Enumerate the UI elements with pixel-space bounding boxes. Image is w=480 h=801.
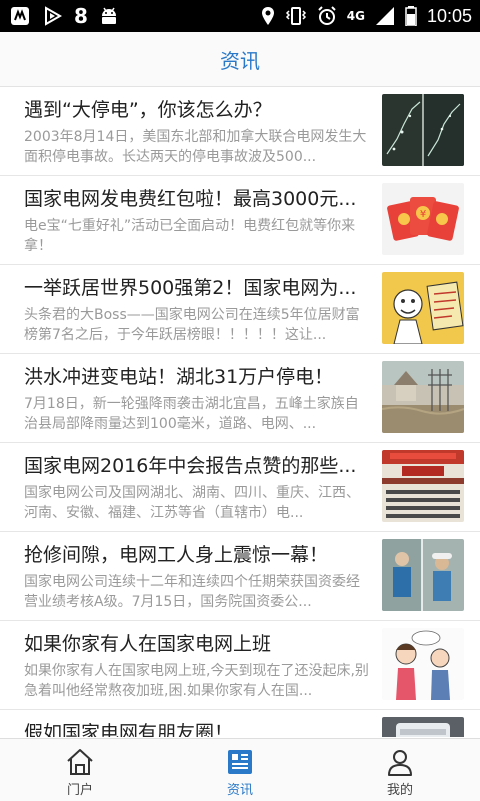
news-title: 一举跃居世界500强第2！国家电网为...: [24, 277, 357, 299]
news-title: 遇到“大停电”，你该怎么办？: [24, 99, 272, 121]
home-icon: [67, 749, 93, 775]
news-item[interactable]: 假如国家电网有朋友圈！: [0, 710, 480, 737]
news-item[interactable]: 遇到“大停电”，你该怎么办？ 2003年8月14日，美国东北部和加拿大联合电网发…: [0, 87, 480, 176]
news-summary: 头条君的大Boss——国家电网公司在连续5年位居财富榜第7名之后，于今年跃居榜眼…: [24, 307, 360, 343]
news-icon: [228, 750, 252, 774]
tab-label: 门户: [66, 783, 93, 798]
flooded-substation-image: [382, 361, 464, 433]
tab-label: 资讯: [226, 783, 253, 798]
alarm-icon: [318, 6, 336, 25]
signal-icon: [375, 7, 394, 25]
bottom-tab-bar: 门户 资讯 我的: [0, 738, 480, 801]
red-envelopes-image: ¥: [382, 183, 464, 255]
phone-screenshot-image: [382, 717, 464, 737]
conference-hall-image: [382, 450, 464, 522]
tab-mine[interactable]: 我的: [320, 739, 480, 801]
news-list[interactable]: 遇到“大停电”，你该怎么办？ 2003年8月14日，美国东北部和加拿大联合电网发…: [0, 87, 480, 737]
network-type: 4G: [346, 9, 365, 23]
notification-m-icon: [11, 7, 29, 25]
play-icon: [45, 6, 62, 26]
news-summary: 电e宝“七重好礼”活动已全面启动！电费红包就等你来拿！: [24, 218, 356, 254]
news-item[interactable]: 国家电网发电费红包啦！最高3000元... 电e宝“七重好礼”活动已全面启动！电…: [0, 176, 480, 265]
news-item[interactable]: 洪水冲进变电站！湖北31万户停电！ 7月18日，新一轮强降雨袭击湖北宜昌，五峰土…: [0, 354, 480, 443]
android-icon: [101, 7, 116, 24]
news-title: 国家电网2016年中会报告点赞的那些...: [24, 455, 357, 477]
app-badge-eight: 8: [74, 4, 88, 28]
page-title: 资讯: [220, 48, 260, 73]
person-icon: [388, 750, 412, 776]
news-title: 国家电网发电费红包啦！最高3000元...: [24, 188, 357, 210]
vibrate-icon: [285, 7, 306, 25]
cartoon-couple-image: [382, 628, 464, 700]
news-item[interactable]: 抢修间隙，电网工人身上震惊一幕！ 国家电网公司连续十二年和连续四个任期荣获国资委…: [0, 532, 480, 621]
tab-news[interactable]: 资讯: [160, 739, 320, 801]
news-summary: 国家电网公司及国网湖北、湖南、四川、重庆、江西、河南、安徽、福建、江苏等省（直辖…: [24, 485, 360, 521]
tab-label: 我的: [386, 783, 413, 798]
news-title: 如果你家有人在国家电网上班: [24, 633, 272, 655]
location-icon: [261, 7, 274, 25]
news-summary: 国家电网公司连续十二年和连续四个任期荣获国资委经营业绩考核A级。7月15日，国务…: [24, 574, 360, 610]
news-item[interactable]: 如果你家有人在国家电网上班 如果你家有人在国家电网上班,今天到现在了还没起床,别…: [0, 621, 480, 710]
news-item[interactable]: 国家电网2016年中会报告点赞的那些... 国家电网公司及国网湖北、湖南、四川、…: [0, 443, 480, 532]
news-summary: 如果你家有人在国家电网上班,今天到现在了还没起床,别急着叫他经常熬夜加班,困.如…: [24, 663, 369, 699]
news-item[interactable]: 一举跃居世界500强第2！国家电网为... 头条君的大Boss——国家电网公司在…: [0, 265, 480, 354]
news-title: 洪水冲进变电站！湖北31万户停电！: [24, 366, 334, 388]
news-summary: 7月18日，新一轮强降雨袭击湖北宜昌，五峰土家族自治县局部降雨量达到100毫米，…: [24, 396, 359, 432]
satellite-night-image: [382, 94, 464, 166]
tab-portal[interactable]: 门户: [0, 739, 160, 801]
battery-icon: [405, 6, 417, 26]
status-bar: 8 4G 10:05: [0, 0, 480, 32]
workers-image: [382, 539, 464, 611]
news-title: 抢修间隙，电网工人身上震惊一幕！: [24, 544, 329, 566]
cartoon-meme-image: [382, 272, 464, 344]
app-header: 资讯: [0, 32, 480, 87]
status-time: 10:05: [426, 6, 472, 26]
news-summary: 2003年8月14日，美国东北部和加拿大联合电网发生大面积停电事故。长达两天的停…: [24, 129, 367, 165]
news-title: 假如国家电网有朋友圈！: [24, 722, 234, 737]
svg-text:¥: ¥: [420, 209, 426, 220]
